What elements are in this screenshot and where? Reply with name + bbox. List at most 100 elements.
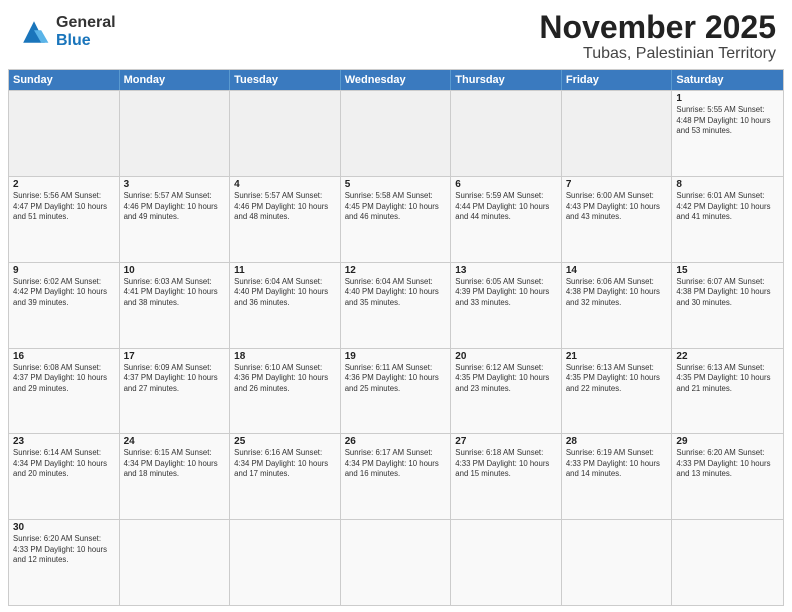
calendar-cell: 13Sunrise: 6:05 AM Sunset: 4:39 PM Dayli…	[451, 263, 562, 348]
calendar-cell: 17Sunrise: 6:09 AM Sunset: 4:37 PM Dayli…	[120, 349, 231, 434]
day-number: 15	[676, 265, 779, 276]
day-number: 13	[455, 265, 557, 276]
sun-info: Sunrise: 6:01 AM Sunset: 4:42 PM Dayligh…	[676, 191, 779, 223]
sun-info: Sunrise: 6:15 AM Sunset: 4:34 PM Dayligh…	[124, 448, 226, 480]
sun-info: Sunrise: 6:13 AM Sunset: 4:35 PM Dayligh…	[676, 363, 779, 395]
sun-info: Sunrise: 6:00 AM Sunset: 4:43 PM Dayligh…	[566, 191, 668, 223]
day-number: 27	[455, 436, 557, 447]
day-number: 14	[566, 265, 668, 276]
header-friday: Friday	[562, 70, 673, 90]
sun-info: Sunrise: 6:04 AM Sunset: 4:40 PM Dayligh…	[234, 277, 336, 309]
calendar-header: Sunday Monday Tuesday Wednesday Thursday…	[9, 70, 783, 90]
sun-info: Sunrise: 6:05 AM Sunset: 4:39 PM Dayligh…	[455, 277, 557, 309]
sun-info: Sunrise: 6:16 AM Sunset: 4:34 PM Dayligh…	[234, 448, 336, 480]
calendar-cell	[451, 520, 562, 605]
calendar-cell	[451, 91, 562, 176]
sun-info: Sunrise: 6:18 AM Sunset: 4:33 PM Dayligh…	[455, 448, 557, 480]
day-number: 7	[566, 179, 668, 190]
calendar-cell: 11Sunrise: 6:04 AM Sunset: 4:40 PM Dayli…	[230, 263, 341, 348]
logo-blue: Blue	[56, 32, 91, 49]
day-number: 2	[13, 179, 115, 190]
calendar-cell	[120, 91, 231, 176]
calendar-cell: 10Sunrise: 6:03 AM Sunset: 4:41 PM Dayli…	[120, 263, 231, 348]
day-number: 23	[13, 436, 115, 447]
calendar-cell: 14Sunrise: 6:06 AM Sunset: 4:38 PM Dayli…	[562, 263, 673, 348]
day-number: 10	[124, 265, 226, 276]
sun-info: Sunrise: 5:57 AM Sunset: 4:46 PM Dayligh…	[124, 191, 226, 223]
calendar-cell	[672, 520, 783, 605]
day-number: 20	[455, 351, 557, 362]
page: General Blue November 2025 Tubas, Palest…	[0, 0, 792, 612]
day-number: 8	[676, 179, 779, 190]
logo: General Blue	[16, 14, 116, 50]
day-number: 9	[13, 265, 115, 276]
logo-text: General Blue	[56, 14, 116, 49]
calendar-cell: 27Sunrise: 6:18 AM Sunset: 4:33 PM Dayli…	[451, 434, 562, 519]
header-tuesday: Tuesday	[230, 70, 341, 90]
day-number: 19	[345, 351, 447, 362]
week-row-5: 30Sunrise: 6:20 AM Sunset: 4:33 PM Dayli…	[9, 519, 783, 605]
calendar-cell	[230, 91, 341, 176]
header-monday: Monday	[120, 70, 231, 90]
sun-info: Sunrise: 5:58 AM Sunset: 4:45 PM Dayligh…	[345, 191, 447, 223]
calendar-cell: 22Sunrise: 6:13 AM Sunset: 4:35 PM Dayli…	[672, 349, 783, 434]
logo-icon	[16, 14, 52, 50]
page-subtitle: Tubas, Palestinian Territory	[539, 45, 776, 63]
calendar-cell: 26Sunrise: 6:17 AM Sunset: 4:34 PM Dayli…	[341, 434, 452, 519]
calendar-cell: 4Sunrise: 5:57 AM Sunset: 4:46 PM Daylig…	[230, 177, 341, 262]
sun-info: Sunrise: 6:03 AM Sunset: 4:41 PM Dayligh…	[124, 277, 226, 309]
sun-info: Sunrise: 6:19 AM Sunset: 4:33 PM Dayligh…	[566, 448, 668, 480]
calendar-cell	[341, 91, 452, 176]
calendar-cell: 30Sunrise: 6:20 AM Sunset: 4:33 PM Dayli…	[9, 520, 120, 605]
calendar-cell: 19Sunrise: 6:11 AM Sunset: 4:36 PM Dayli…	[341, 349, 452, 434]
day-number: 30	[13, 522, 115, 533]
calendar-body: 1Sunrise: 5:55 AM Sunset: 4:48 PM Daylig…	[9, 90, 783, 605]
sun-info: Sunrise: 6:17 AM Sunset: 4:34 PM Dayligh…	[345, 448, 447, 480]
calendar-cell	[230, 520, 341, 605]
calendar-cell	[341, 520, 452, 605]
day-number: 24	[124, 436, 226, 447]
week-row-0: 1Sunrise: 5:55 AM Sunset: 4:48 PM Daylig…	[9, 90, 783, 176]
day-number: 3	[124, 179, 226, 190]
calendar-cell: 20Sunrise: 6:12 AM Sunset: 4:35 PM Dayli…	[451, 349, 562, 434]
sun-info: Sunrise: 6:06 AM Sunset: 4:38 PM Dayligh…	[566, 277, 668, 309]
calendar-cell: 18Sunrise: 6:10 AM Sunset: 4:36 PM Dayli…	[230, 349, 341, 434]
calendar-cell	[562, 520, 673, 605]
day-number: 6	[455, 179, 557, 190]
calendar-cell: 5Sunrise: 5:58 AM Sunset: 4:45 PM Daylig…	[341, 177, 452, 262]
calendar-cell: 15Sunrise: 6:07 AM Sunset: 4:38 PM Dayli…	[672, 263, 783, 348]
sun-info: Sunrise: 6:10 AM Sunset: 4:36 PM Dayligh…	[234, 363, 336, 395]
calendar-cell: 7Sunrise: 6:00 AM Sunset: 4:43 PM Daylig…	[562, 177, 673, 262]
week-row-4: 23Sunrise: 6:14 AM Sunset: 4:34 PM Dayli…	[9, 433, 783, 519]
sun-info: Sunrise: 5:59 AM Sunset: 4:44 PM Dayligh…	[455, 191, 557, 223]
day-number: 18	[234, 351, 336, 362]
calendar-cell: 1Sunrise: 5:55 AM Sunset: 4:48 PM Daylig…	[672, 91, 783, 176]
calendar-cell: 3Sunrise: 5:57 AM Sunset: 4:46 PM Daylig…	[120, 177, 231, 262]
sun-info: Sunrise: 6:12 AM Sunset: 4:35 PM Dayligh…	[455, 363, 557, 395]
sun-info: Sunrise: 5:56 AM Sunset: 4:47 PM Dayligh…	[13, 191, 115, 223]
sun-info: Sunrise: 6:11 AM Sunset: 4:36 PM Dayligh…	[345, 363, 447, 395]
calendar-cell: 2Sunrise: 5:56 AM Sunset: 4:47 PM Daylig…	[9, 177, 120, 262]
day-number: 29	[676, 436, 779, 447]
calendar-cell: 24Sunrise: 6:15 AM Sunset: 4:34 PM Dayli…	[120, 434, 231, 519]
sun-info: Sunrise: 6:14 AM Sunset: 4:34 PM Dayligh…	[13, 448, 115, 480]
calendar-cell: 29Sunrise: 6:20 AM Sunset: 4:33 PM Dayli…	[672, 434, 783, 519]
header-wednesday: Wednesday	[341, 70, 452, 90]
sun-info: Sunrise: 6:04 AM Sunset: 4:40 PM Dayligh…	[345, 277, 447, 309]
header-thursday: Thursday	[451, 70, 562, 90]
calendar: Sunday Monday Tuesday Wednesday Thursday…	[8, 69, 784, 606]
header: General Blue November 2025 Tubas, Palest…	[0, 0, 792, 69]
sun-info: Sunrise: 6:09 AM Sunset: 4:37 PM Dayligh…	[124, 363, 226, 395]
week-row-1: 2Sunrise: 5:56 AM Sunset: 4:47 PM Daylig…	[9, 176, 783, 262]
sun-info: Sunrise: 6:07 AM Sunset: 4:38 PM Dayligh…	[676, 277, 779, 309]
day-number: 12	[345, 265, 447, 276]
day-number: 17	[124, 351, 226, 362]
calendar-cell: 8Sunrise: 6:01 AM Sunset: 4:42 PM Daylig…	[672, 177, 783, 262]
title-block: November 2025 Tubas, Palestinian Territo…	[539, 10, 776, 63]
header-saturday: Saturday	[672, 70, 783, 90]
sun-info: Sunrise: 5:55 AM Sunset: 4:48 PM Dayligh…	[676, 105, 779, 137]
calendar-cell: 21Sunrise: 6:13 AM Sunset: 4:35 PM Dayli…	[562, 349, 673, 434]
day-number: 1	[676, 93, 779, 104]
logo-general: General	[56, 14, 116, 31]
calendar-cell	[9, 91, 120, 176]
